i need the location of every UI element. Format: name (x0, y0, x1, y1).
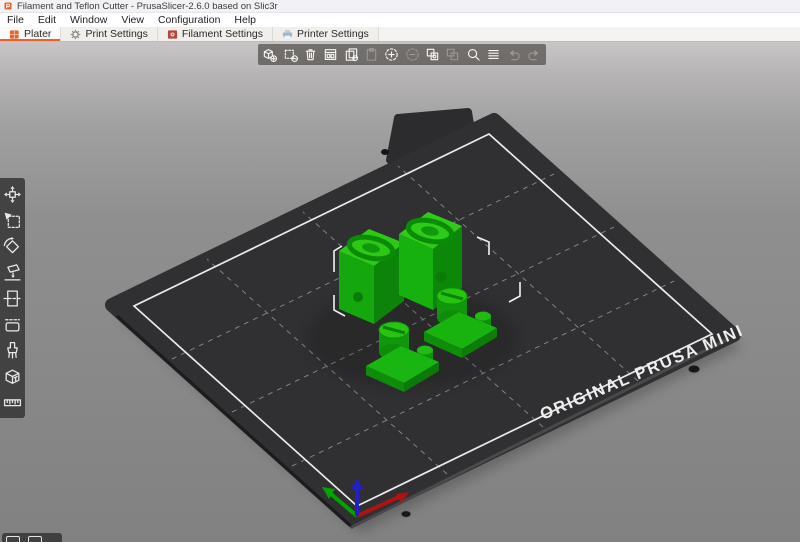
gear-icon (71, 29, 81, 39)
tab-print-settings[interactable]: Print Settings (61, 27, 158, 41)
tab-filament-settings[interactable]: Filament Settings (157, 27, 274, 41)
menubar: File Edit Window View Configuration Help (0, 13, 800, 27)
gizmo-cut-button[interactable] (0, 285, 25, 311)
bottom-toolbar (2, 533, 62, 542)
scene-canvas[interactable]: ORIGINAL PRUSA MINI (0, 42, 800, 542)
toolbar-add-button[interactable] (261, 46, 279, 64)
menu-file[interactable]: File (0, 13, 31, 27)
gizmo-scale-button[interactable] (0, 207, 25, 233)
clipped-icon-right[interactable] (28, 536, 42, 542)
menu-view[interactable]: View (114, 13, 151, 27)
toolbar-arrange-button[interactable] (322, 46, 340, 64)
menu-window[interactable]: Window (63, 13, 114, 27)
toolbar-variable-layer-height-button[interactable] (485, 46, 503, 64)
filament-spool-icon (167, 29, 177, 39)
gizmo-seam-painting-button[interactable] (0, 337, 25, 363)
tab-printer-settings[interactable]: Printer Settings (273, 27, 379, 41)
3d-viewport[interactable]: ORIGINAL PRUSA MINI (0, 42, 800, 542)
menu-help[interactable]: Help (227, 13, 263, 27)
gizmo-text-emboss-button[interactable] (0, 363, 25, 389)
clipped-icon-left[interactable] (6, 536, 20, 542)
toolbar-copy-button[interactable] (342, 46, 360, 64)
toolbar-split-to-parts-button (444, 46, 462, 64)
gizmo-move-button[interactable] (0, 181, 25, 207)
toolbar-paste-button (363, 46, 381, 64)
prusaslicer-logo-icon (4, 2, 12, 10)
toolbar-redo-button (525, 46, 543, 64)
gizmo-measure-button[interactable] (0, 389, 25, 415)
toolbar-search-button[interactable] (464, 46, 482, 64)
tab-plater[interactable]: Plater (0, 27, 62, 41)
gizmo-rotate-button[interactable] (0, 233, 25, 259)
gizmo-paint-on-supports-button[interactable] (0, 311, 25, 337)
printer-icon (282, 29, 293, 39)
object-toolbar (258, 44, 546, 65)
toolbar-delete-all-button[interactable] (302, 46, 320, 64)
tab-label: Plater (24, 28, 52, 40)
toolbar-delete-button[interactable] (281, 46, 299, 64)
toolbar-add-instance-button[interactable] (383, 46, 401, 64)
tab-label: Print Settings (85, 28, 148, 40)
app-window: Filament and Teflon Cutter - PrusaSlicer… (0, 0, 800, 542)
menu-configuration[interactable]: Configuration (151, 13, 227, 27)
plater-icon (9, 29, 19, 39)
toolbar-split-to-objects-button[interactable] (424, 46, 442, 64)
window-title: Filament and Teflon Cutter - PrusaSlicer… (17, 0, 278, 12)
tab-label: Printer Settings (297, 28, 369, 40)
gizmo-toolbar (0, 178, 25, 418)
tab-label: Filament Settings (181, 28, 264, 40)
toolbar-undo-button (505, 46, 523, 64)
tabbar: Plater Print Settings Filament Settings (0, 27, 800, 42)
toolbar-remove-instance-button (403, 46, 421, 64)
menu-edit[interactable]: Edit (31, 13, 63, 27)
titlebar: Filament and Teflon Cutter - PrusaSlicer… (0, 0, 800, 13)
gizmo-place-on-face-button[interactable] (0, 259, 25, 285)
